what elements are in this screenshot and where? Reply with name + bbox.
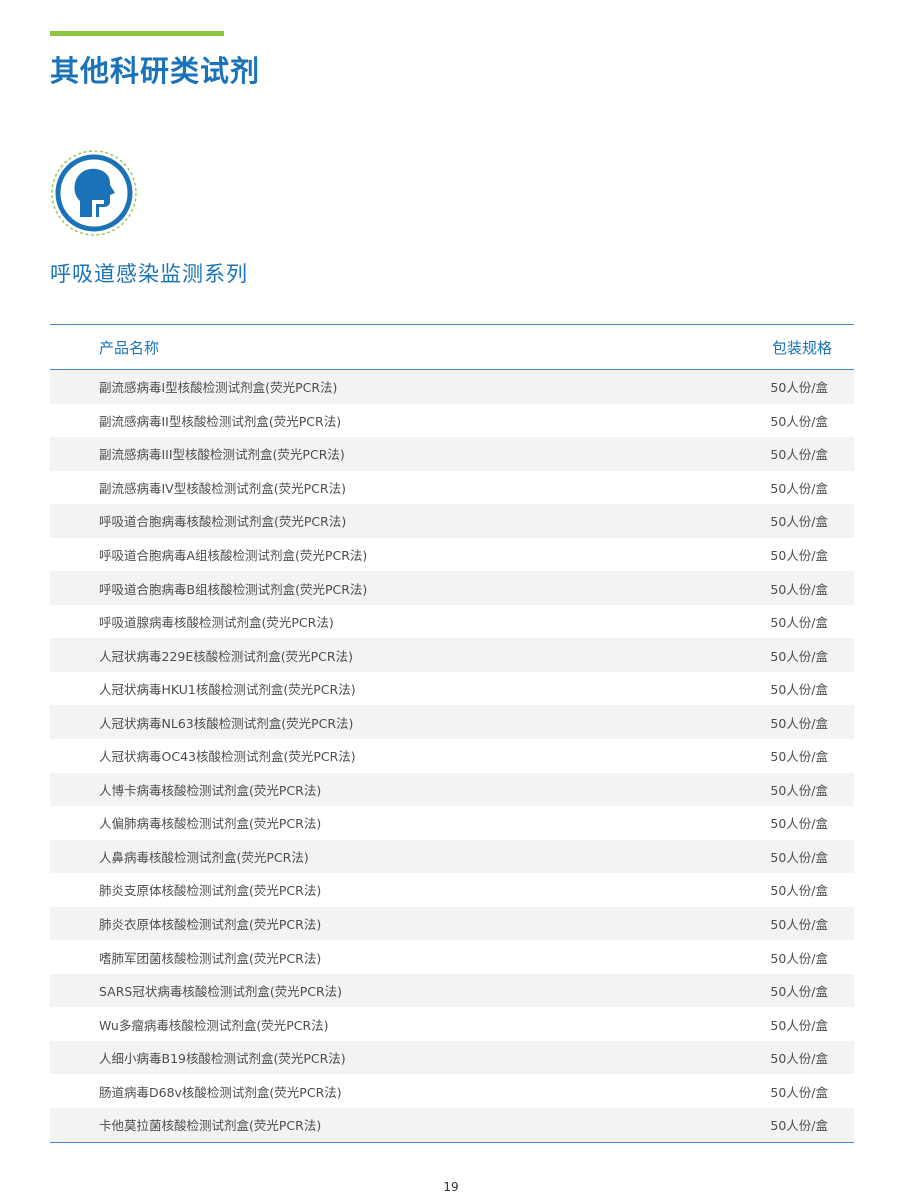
table-row: 副流感病毒III型核酸检测试剂盒(荧光PCR法) 50人份/盒 bbox=[50, 437, 854, 471]
table-row: 副流感病毒I型核酸检测试剂盒(荧光PCR法) 50人份/盒 bbox=[50, 370, 854, 404]
table-row: 人偏肺病毒核酸检测试剂盒(荧光PCR法) 50人份/盒 bbox=[50, 806, 854, 840]
package-spec-cell: 50人份/盒 bbox=[770, 1017, 828, 1033]
product-name-cell: 人偏肺病毒核酸检测试剂盒(荧光PCR法) bbox=[99, 816, 322, 832]
package-spec-cell: 50人份/盒 bbox=[770, 1084, 828, 1100]
product-name-cell: 人鼻病毒核酸检测试剂盒(荧光PCR法) bbox=[99, 849, 309, 865]
table-row: 肠道病毒D68v核酸检测试剂盒(荧光PCR法) 50人份/盒 bbox=[50, 1074, 854, 1108]
column-header-product-name: 产品名称 bbox=[99, 338, 160, 357]
table-row: 呼吸道合胞病毒A组核酸检测试剂盒(荧光PCR法) 50人份/盒 bbox=[50, 538, 854, 572]
table-row: 人冠状病毒NL63核酸检测试剂盒(荧光PCR法) 50人份/盒 bbox=[50, 705, 854, 740]
product-name-cell: 副流感病毒II型核酸检测试剂盒(荧光PCR法) bbox=[99, 413, 342, 429]
table-row: SARS冠状病毒核酸检测试剂盒(荧光PCR法) 50人份/盒 bbox=[50, 973, 854, 1008]
product-name-cell: 人冠状病毒NL63核酸检测试剂盒(荧光PCR法) bbox=[99, 715, 354, 731]
package-spec-cell: 50人份/盒 bbox=[770, 682, 828, 698]
package-spec-cell: 50人份/盒 bbox=[770, 849, 828, 865]
table-row: 人鼻病毒核酸检测试剂盒(荧光PCR法) 50人份/盒 bbox=[50, 839, 854, 874]
table-row: 人冠状病毒HKU1核酸检测试剂盒(荧光PCR法) 50人份/盒 bbox=[50, 672, 854, 706]
package-spec-cell: 50人份/盒 bbox=[770, 950, 828, 966]
package-spec-cell: 50人份/盒 bbox=[770, 883, 828, 899]
table-row: 卡他莫拉菌核酸检测试剂盒(荧光PCR法) 50人份/盒 bbox=[50, 1108, 854, 1142]
package-spec-cell: 50人份/盒 bbox=[770, 413, 828, 429]
page-number: 19 bbox=[443, 1180, 459, 1194]
package-spec-cell: 50人份/盒 bbox=[770, 1118, 828, 1134]
product-name-cell: 呼吸道合胞病毒核酸检测试剂盒(荧光PCR法) bbox=[99, 514, 347, 530]
product-name-cell: 呼吸道合胞病毒B组核酸检测试剂盒(荧光PCR法) bbox=[99, 581, 368, 597]
package-spec-cell: 50人份/盒 bbox=[770, 782, 828, 798]
table-row: 副流感病毒IV型核酸检测试剂盒(荧光PCR法) 50人份/盒 bbox=[50, 471, 854, 505]
table-row: 嗜肺军团菌核酸检测试剂盒(荧光PCR法) 50人份/盒 bbox=[50, 940, 854, 974]
product-name-cell: 肠道病毒D68v核酸检测试剂盒(荧光PCR法) bbox=[99, 1084, 342, 1100]
product-name-cell: 人冠状病毒OC43核酸检测试剂盒(荧光PCR法) bbox=[99, 749, 356, 765]
package-spec-cell: 50人份/盒 bbox=[770, 1051, 828, 1067]
table-row: 人博卡病毒核酸检测试剂盒(荧光PCR法) 50人份/盒 bbox=[50, 772, 854, 807]
product-name-cell: 嗜肺军团菌核酸检测试剂盒(荧光PCR法) bbox=[99, 950, 322, 966]
table-row: 肺炎衣原体核酸检测试剂盒(荧光PCR法) 50人份/盒 bbox=[50, 906, 854, 941]
table-row: 呼吸道合胞病毒B组核酸检测试剂盒(荧光PCR法) 50人份/盒 bbox=[50, 571, 854, 605]
package-spec-cell: 50人份/盒 bbox=[770, 514, 828, 530]
package-spec-cell: 50人份/盒 bbox=[770, 581, 828, 597]
column-header-package: 包装规格 bbox=[771, 338, 832, 357]
product-name-cell: SARS冠状病毒核酸检测试剂盒(荧光PCR法) bbox=[99, 984, 343, 1000]
package-spec-cell: 50人份/盒 bbox=[770, 715, 828, 731]
product-name-cell: 呼吸道合胞病毒A组核酸检测试剂盒(荧光PCR法) bbox=[99, 548, 368, 563]
title-accent-bar bbox=[50, 31, 224, 36]
product-name-cell: 人冠状病毒229E核酸检测试剂盒(荧光PCR法) bbox=[99, 648, 353, 664]
package-spec-cell: 50人份/盒 bbox=[770, 548, 828, 563]
product-name-cell: 肺炎衣原体核酸检测试剂盒(荧光PCR法) bbox=[99, 917, 322, 933]
product-name-cell: 人博卡病毒核酸检测试剂盒(荧光PCR法) bbox=[99, 782, 322, 798]
table-row: 呼吸道合胞病毒核酸检测试剂盒(荧光PCR法) 50人份/盒 bbox=[50, 504, 854, 538]
package-spec-cell: 50人份/盒 bbox=[770, 447, 828, 463]
product-name-cell: 副流感病毒I型核酸检测试剂盒(荧光PCR法) bbox=[99, 380, 338, 396]
product-table: 产品名称 包装规格 副流感病毒I型核酸检测试剂盒(荧光PCR法) 50人份/盒 副流… bbox=[50, 324, 854, 1143]
package-spec-cell: 50人份/盒 bbox=[770, 648, 828, 664]
table-row: 肺炎支原体核酸检测试剂盒(荧光PCR法) 50人份/盒 bbox=[50, 873, 854, 907]
product-name-cell: 卡他莫拉菌核酸检测试剂盒(荧光PCR法) bbox=[99, 1118, 322, 1134]
product-name-cell: 人冠状病毒HKU1核酸检测试剂盒(荧光PCR法) bbox=[99, 682, 356, 698]
package-spec-cell: 50人份/盒 bbox=[770, 816, 828, 832]
respiratory-head-icon bbox=[50, 149, 138, 237]
page-title: 其他科研类试剂 bbox=[50, 54, 261, 88]
table-header: 产品名称 包装规格 bbox=[50, 325, 854, 370]
table-row: 人细小病毒B19核酸检测试剂盒(荧光PCR法) 50人份/盒 bbox=[50, 1040, 854, 1075]
package-spec-cell: 50人份/盒 bbox=[770, 749, 828, 765]
package-spec-cell: 50人份/盒 bbox=[770, 615, 828, 631]
table-body: 副流感病毒I型核酸检测试剂盒(荧光PCR法) 50人份/盒 副流感病毒II型核酸检测… bbox=[50, 370, 854, 1142]
section-title: 呼吸道感染监测系列 bbox=[50, 262, 248, 286]
package-spec-cell: 50人份/盒 bbox=[770, 380, 828, 396]
product-name-cell: 呼吸道腺病毒核酸检测试剂盒(荧光PCR法) bbox=[99, 615, 334, 631]
product-name-cell: 副流感病毒IV型核酸检测试剂盒(荧光PCR法) bbox=[99, 480, 346, 496]
package-spec-cell: 50人份/盒 bbox=[770, 984, 828, 1000]
table-row: 副流感病毒II型核酸检测试剂盒(荧光PCR法) 50人份/盒 bbox=[50, 404, 854, 438]
product-name-cell: Wu多瘤病毒核酸检测试剂盒(荧光PCR法) bbox=[99, 1017, 329, 1033]
package-spec-cell: 50人份/盒 bbox=[770, 480, 828, 496]
table-row: 呼吸道腺病毒核酸检测试剂盒(荧光PCR法) 50人份/盒 bbox=[50, 605, 854, 639]
product-name-cell: 人细小病毒B19核酸检测试剂盒(荧光PCR法) bbox=[99, 1051, 346, 1067]
product-name-cell: 副流感病毒III型核酸检测试剂盒(荧光PCR法) bbox=[99, 447, 345, 463]
product-name-cell: 肺炎支原体核酸检测试剂盒(荧光PCR法) bbox=[99, 883, 322, 899]
table-row: Wu多瘤病毒核酸检测试剂盒(荧光PCR法) 50人份/盒 bbox=[50, 1007, 854, 1041]
table-row: 人冠状病毒229E核酸检测试剂盒(荧光PCR法) 50人份/盒 bbox=[50, 638, 854, 672]
package-spec-cell: 50人份/盒 bbox=[770, 917, 828, 933]
table-row: 人冠状病毒OC43核酸检测试剂盒(荧光PCR法) 50人份/盒 bbox=[50, 739, 854, 773]
